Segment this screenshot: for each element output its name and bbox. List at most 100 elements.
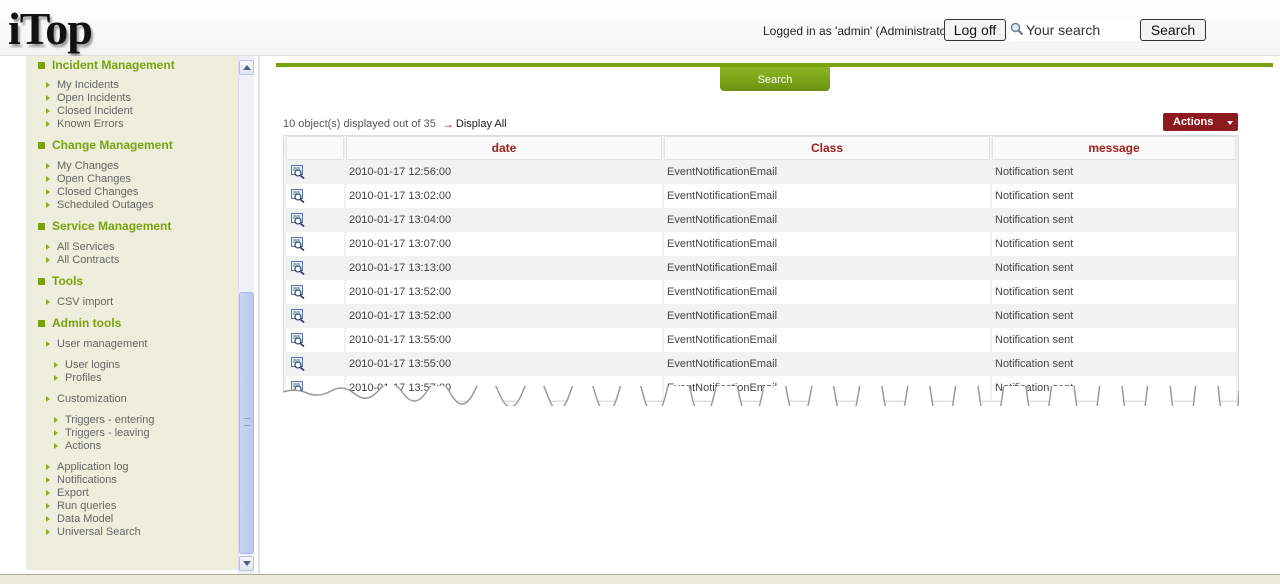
results-table: date Class message 2010-01-17 12:56:00 E… — [283, 135, 1239, 402]
row-icon-cell — [286, 232, 344, 256]
row-icon-cell — [286, 256, 344, 280]
count-text: 10 object(s) displayed out of 35 — [283, 118, 436, 130]
menu-item-user-management[interactable]: User management — [46, 338, 148, 350]
cell-date: 2010-01-17 12:56:00 — [346, 160, 662, 184]
table-header-row: date Class message — [286, 136, 1236, 160]
menu-scrollbar[interactable] — [238, 56, 254, 574]
magnifier-details-icon[interactable] — [291, 357, 306, 371]
cell-message: Notification sent — [992, 232, 1236, 256]
table-row: 2010-01-17 13:07:00 EventNotificationEma… — [286, 232, 1236, 256]
cell-class: EventNotificationEmail — [664, 304, 990, 328]
menu-group-service-management[interactable]: Service Management — [38, 219, 171, 233]
actions-button[interactable]: Actions — [1163, 113, 1238, 131]
column-header-class[interactable]: Class — [664, 136, 990, 160]
menu-item-customization[interactable]: Customization — [46, 393, 127, 405]
scrollbar-thumb[interactable] — [239, 292, 254, 554]
column-header-message[interactable]: message — [992, 136, 1236, 160]
display-all-link[interactable]: Display All — [456, 118, 507, 130]
menu-group-change-management[interactable]: Change Management — [38, 138, 173, 152]
menu-item-closed-incident[interactable]: Closed Incident — [46, 105, 133, 117]
caret-down-icon — [1227, 121, 1233, 125]
menu-item-my-incidents[interactable]: My Incidents — [46, 79, 119, 91]
magnifier-details-icon[interactable] — [291, 189, 306, 203]
magnifier-details-icon[interactable] — [291, 261, 306, 275]
global-search — [1010, 19, 1138, 41]
search-tab[interactable]: Search — [720, 67, 830, 91]
itop-logo[interactable]: iTop — [8, 2, 93, 55]
scroll-down-button[interactable] — [239, 556, 254, 571]
arrow-right-icon: → — [441, 117, 454, 131]
cell-date: 2010-01-17 13:55:00 — [346, 328, 662, 352]
menu-item-my-changes[interactable]: My Changes — [46, 160, 119, 172]
menu-item-csv-import[interactable]: CSV import — [46, 296, 113, 308]
table-row: 2010-01-17 13:04:00 EventNotificationEma… — [286, 208, 1236, 232]
menu-panel: Incident Management My Incidents Open In… — [26, 56, 238, 570]
menu-item-all-contracts[interactable]: All Contracts — [46, 254, 119, 266]
cell-class: EventNotificationEmail — [664, 184, 990, 208]
menu-item-actions[interactable]: Actions — [54, 440, 101, 452]
table-row: 2010-01-17 13:55:00 EventNotificationEma… — [286, 328, 1236, 352]
menu-item-open-changes[interactable]: Open Changes — [46, 173, 131, 185]
row-icon-cell — [286, 280, 344, 304]
cell-date: 2010-01-17 13:02:00 — [346, 184, 662, 208]
cell-date: 2010-01-17 13:52:00 — [346, 280, 662, 304]
menu-group-admin-tools[interactable]: Admin tools — [38, 316, 121, 330]
magnifier-details-icon[interactable] — [291, 285, 306, 299]
scroll-up-button[interactable] — [239, 60, 254, 75]
row-icon-cell — [286, 184, 344, 208]
row-icon-cell — [286, 328, 344, 352]
column-header-date[interactable]: date — [346, 136, 662, 160]
menu-item-export[interactable]: Export — [46, 487, 89, 499]
cell-class: EventNotificationEmail — [664, 232, 990, 256]
menu-item-known-errors[interactable]: Known Errors — [46, 118, 124, 130]
row-icon-cell — [286, 160, 344, 184]
cell-message: Notification sent — [992, 352, 1236, 376]
pane-divider[interactable] — [258, 56, 260, 574]
table-row: 2010-01-17 13:55:00 EventNotificationEma… — [286, 352, 1236, 376]
cell-class: EventNotificationEmail — [664, 328, 990, 352]
menu-item-triggers-entering[interactable]: Triggers - entering — [54, 414, 154, 426]
search-button[interactable]: Search — [1140, 19, 1206, 41]
row-icon-cell — [286, 208, 344, 232]
cell-date: 2010-01-17 13:07:00 — [346, 232, 662, 256]
magnifier-details-icon[interactable] — [291, 213, 306, 227]
menu-item-profiles[interactable]: Profiles — [54, 372, 102, 384]
header: iTop Logged in as 'admin' (Administrator… — [0, 0, 1280, 56]
torn-edge-decoration — [283, 386, 1239, 406]
magnifier-details-icon[interactable] — [291, 237, 306, 251]
menu-item-scheduled-outages[interactable]: Scheduled Outages — [46, 199, 154, 211]
cell-message: Notification sent — [992, 328, 1236, 352]
search-input[interactable] — [1026, 20, 1136, 40]
table-row: 2010-01-17 13:13:00 EventNotificationEma… — [286, 256, 1236, 280]
menu-item-application-log[interactable]: Application log — [46, 461, 129, 473]
menu-item-notifications[interactable]: Notifications — [46, 474, 117, 486]
logoff-button[interactable]: Log off — [944, 19, 1006, 41]
cell-class: EventNotificationEmail — [664, 352, 990, 376]
menu-item-universal-search[interactable]: Universal Search — [46, 526, 141, 538]
row-icon-cell — [286, 304, 344, 328]
menu-item-open-incidents[interactable]: Open Incidents — [46, 92, 131, 104]
magnifier-details-icon[interactable] — [291, 333, 306, 347]
menu-item-all-services[interactable]: All Services — [46, 241, 114, 253]
menu-item-data-model[interactable]: Data Model — [46, 513, 113, 525]
menu-item-triggers-leaving[interactable]: Triggers - leaving — [54, 427, 150, 439]
menu-group-incident-management[interactable]: Incident Management — [38, 58, 175, 72]
magnifier-details-icon[interactable] — [291, 309, 306, 323]
cell-class: EventNotificationEmail — [664, 256, 990, 280]
menu-group-tools[interactable]: Tools — [38, 274, 83, 288]
menu-item-closed-changes[interactable]: Closed Changes — [46, 186, 138, 198]
table-row: 2010-01-17 12:56:00 EventNotificationEma… — [286, 160, 1236, 184]
cell-date: 2010-01-17 13:52:00 — [346, 304, 662, 328]
table-row: 2010-01-17 13:02:00 EventNotificationEma… — [286, 184, 1236, 208]
cell-message: Notification sent — [992, 304, 1236, 328]
result-count: 10 object(s) displayed out of 35 → Displ… — [283, 117, 507, 131]
chevron-up-icon — [243, 65, 251, 70]
menu-item-user-logins[interactable]: User logins — [54, 359, 120, 371]
menu-item-run-queries[interactable]: Run queries — [46, 500, 116, 512]
search-icon — [1010, 22, 1024, 36]
cell-message: Notification sent — [992, 208, 1236, 232]
column-header-icon — [286, 136, 344, 160]
left-menu-pane: Incident Management My Incidents Open In… — [0, 56, 258, 574]
magnifier-details-icon[interactable] — [291, 165, 306, 179]
cell-date: 2010-01-17 13:55:00 — [346, 352, 662, 376]
